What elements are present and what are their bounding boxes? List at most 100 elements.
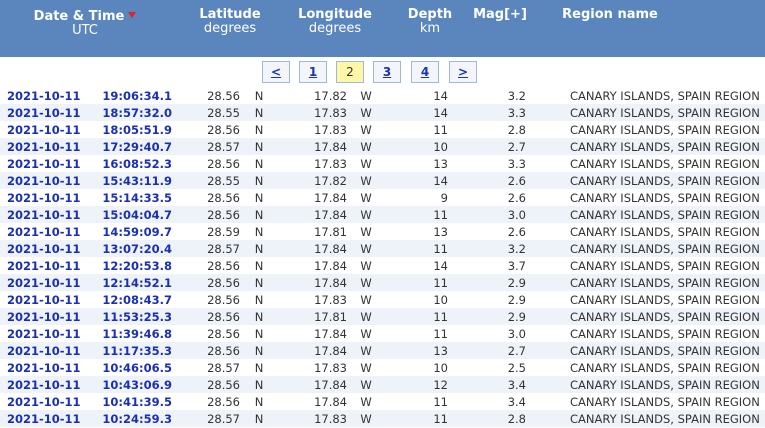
longitude-unit: degrees xyxy=(308,21,362,36)
event-date-link[interactable]: 2021-10-11 xyxy=(0,189,102,206)
date-time-title[interactable]: Date & Time xyxy=(34,9,125,24)
magnitude-value: 2.5 xyxy=(507,360,526,375)
table-row[interactable]: 2021-10-11 10:43:06.9 28.56 N 17.84 W 12 3.4 CAN… xyxy=(0,376,765,393)
table-row[interactable]: 2021-10-11 15:14:33.5 28.56 N 17.84 W 9 2.6 CANA… xyxy=(0,189,765,206)
table-row[interactable]: 2021-10-11 12:14:52.1 28.56 N 17.84 W 11 2.9 CAN… xyxy=(0,274,765,291)
event-date-link[interactable]: 2021-10-11 xyxy=(0,308,102,325)
longitude-direction: W xyxy=(347,410,385,427)
event-date-link[interactable]: 2021-10-11 xyxy=(0,257,102,274)
region-title[interactable]: Region name xyxy=(555,8,665,22)
longitude-title[interactable]: Longitude xyxy=(293,8,377,22)
event-date-link[interactable]: 2021-10-11 xyxy=(0,121,102,138)
event-time-link[interactable]: 15:04:04.7 xyxy=(102,206,172,223)
event-time-link[interactable]: 11:39:46.8 xyxy=(102,325,172,342)
table-row[interactable]: 2021-10-11 11:17:35.3 28.56 N 17.84 W 13 2.7 CAN… xyxy=(0,342,765,359)
table-row[interactable]: 2021-10-11 10:24:59.3 28.57 N 17.83 W 11 2.8 CAN… xyxy=(0,410,765,427)
table-row[interactable]: 2021-10-11 13:07:20.4 28.57 N 17.84 W 11 3.2 CAN… xyxy=(0,240,765,257)
event-date-link[interactable]: 2021-10-11 xyxy=(0,104,102,121)
region-header[interactable]: Region name xyxy=(555,8,665,22)
latitude-direction: N xyxy=(240,240,278,257)
table-row[interactable]: 2021-10-11 11:53:25.3 28.56 N 17.81 W 11 2.9 CAN… xyxy=(0,308,765,325)
event-time-link[interactable]: 15:43:11.9 xyxy=(102,172,172,189)
latitude-header[interactable]: Latitude degrees xyxy=(190,8,270,36)
event-date-link[interactable]: 2021-10-11 xyxy=(0,376,102,393)
event-date-link[interactable]: 2021-10-11 xyxy=(0,410,102,427)
table-row[interactable]: 2021-10-11 16:08:52.3 28.56 N 17.83 W 13 3.3 CAN… xyxy=(0,155,765,172)
date-time-header[interactable]: Date & Time UTC xyxy=(0,8,170,38)
magnitude-value: 3.0 xyxy=(448,206,526,223)
longitude-value: 17.84 xyxy=(314,394,347,409)
longitude-value: 17.84 xyxy=(278,240,347,257)
event-time-link[interactable]: 16:08:52.3 xyxy=(102,155,172,172)
magnitude-value: 3.2 xyxy=(448,240,526,257)
event-time-link[interactable]: 11:53:25.3 xyxy=(102,308,172,325)
region-name: CANARY ISLANDS, SPAIN REGION xyxy=(570,258,760,273)
event-time-link[interactable]: 11:17:35.3 xyxy=(102,342,172,359)
depth-header[interactable]: Depth km xyxy=(400,8,460,36)
event-date-link[interactable]: 2021-10-11 xyxy=(0,240,102,257)
page-3-button[interactable]: 3 xyxy=(373,61,401,83)
event-date-link[interactable]: 2021-10-11 xyxy=(0,172,102,189)
prev-page-button[interactable]: < xyxy=(262,61,290,83)
event-date-link[interactable]: 2021-10-11 xyxy=(0,87,102,104)
event-date-link[interactable]: 2021-10-11 xyxy=(0,138,102,155)
event-date-link[interactable]: 2021-10-11 xyxy=(0,155,102,172)
depth-value: 11 xyxy=(385,274,448,291)
magnitude-value: 2.8 xyxy=(448,410,526,427)
table-row[interactable]: 2021-10-11 10:46:06.5 28.57 N 17.83 W 10 2.5 CAN… xyxy=(0,359,765,376)
event-time-link[interactable]: 10:43:06.9 xyxy=(102,376,172,393)
longitude-header[interactable]: Longitude degrees xyxy=(293,8,377,36)
table-row[interactable]: 2021-10-11 12:20:53.8 28.56 N 17.84 W 14 3.7 CAN… xyxy=(0,257,765,274)
event-date-link[interactable]: 2021-10-11 xyxy=(0,325,102,342)
table-row[interactable]: 2021-10-11 15:04:04.7 28.56 N 17.84 W 11 3.0 CAN… xyxy=(0,206,765,223)
event-time-link[interactable]: 18:57:32.0 xyxy=(102,104,172,121)
magnitude-value: 2.9 xyxy=(448,274,526,291)
table-row[interactable]: 2021-10-11 14:59:09.7 28.59 N 17.81 W 13 2.6 CAN… xyxy=(0,223,765,240)
depth-value: 14 xyxy=(385,172,448,189)
table-row[interactable]: 2021-10-11 11:39:46.8 28.56 N 17.84 W 11 3.0 CAN… xyxy=(0,325,765,342)
latitude-value: 28.57 xyxy=(172,240,240,257)
event-time-link[interactable]: 15:14:33.5 xyxy=(102,189,172,206)
longitude-direction: W xyxy=(360,122,372,137)
table-row[interactable]: 2021-10-11 15:43:11.9 28.55 N 17.82 W 14 2.6 CAN… xyxy=(0,172,765,189)
event-time-link[interactable]: 13:07:20.4 xyxy=(102,240,172,257)
table-row[interactable]: 2021-10-11 12:08:43.7 28.56 N 17.83 W 10 2.9 CAN… xyxy=(0,291,765,308)
page-1-button[interactable]: 1 xyxy=(299,61,327,83)
latitude-title[interactable]: Latitude xyxy=(190,8,270,22)
event-time-link[interactable]: 10:24:59.3 xyxy=(102,410,172,427)
page-4-button[interactable]: 4 xyxy=(411,61,439,83)
event-date-link[interactable]: 2021-10-11 xyxy=(0,206,102,223)
depth-title[interactable]: Depth xyxy=(400,8,460,22)
table-row[interactable]: 2021-10-11 17:29:40.7 28.57 N 17.84 W 10 2.7 CAN… xyxy=(0,138,765,155)
event-time-link[interactable]: 14:59:09.7 xyxy=(102,223,172,240)
event-date-link[interactable]: 2021-10-11 xyxy=(0,393,102,410)
event-time-link[interactable]: 12:14:52.1 xyxy=(102,274,172,291)
table-row[interactable]: 2021-10-11 18:05:51.9 28.56 N 17.83 W 11 2.8 CAN… xyxy=(0,121,765,138)
longitude-value: 17.84 xyxy=(278,274,347,291)
event-date-link[interactable]: 2021-10-11 xyxy=(0,291,102,308)
event-time-link[interactable]: 19:06:34.1 xyxy=(102,87,172,104)
table-row[interactable]: 2021-10-11 19:06:34.1 28.56 N 17.82 W 14 3.2 CAN… xyxy=(0,87,765,104)
event-date-link[interactable]: 2021-10-11 xyxy=(0,223,102,240)
event-time-link[interactable]: 12:08:43.7 xyxy=(102,291,172,308)
latitude-value: 28.55 xyxy=(172,172,240,189)
event-time-link[interactable]: 10:46:06.5 xyxy=(102,359,172,376)
event-date-link[interactable]: 2021-10-11 xyxy=(0,342,102,359)
longitude-direction: W xyxy=(360,394,372,409)
table-row[interactable]: 2021-10-11 10:41:39.5 28.56 N 17.84 W 11 3.4 CAN… xyxy=(0,393,765,410)
event-time-link[interactable]: 17:29:40.7 xyxy=(102,138,172,155)
magnitude-value: 2.8 xyxy=(507,122,526,137)
depth-value: 11 xyxy=(385,240,448,257)
next-page-button[interactable]: > xyxy=(449,61,477,83)
event-time-link[interactable]: 18:05:51.9 xyxy=(102,121,172,138)
event-time-link[interactable]: 10:41:39.5 xyxy=(102,393,172,410)
event-date-link[interactable]: 2021-10-11 xyxy=(0,274,102,291)
table-row[interactable]: 2021-10-11 18:57:32.0 28.55 N 17.83 W 14 3.3 CAN… xyxy=(0,104,765,121)
magnitude-title[interactable]: Mag[+] xyxy=(468,8,532,22)
longitude-direction: W xyxy=(360,292,372,307)
sort-desc-icon[interactable] xyxy=(128,12,137,18)
magnitude-header[interactable]: Mag[+] xyxy=(468,8,532,22)
event-date-link[interactable]: 2021-10-11 xyxy=(0,359,102,376)
event-time-link[interactable]: 12:20:53.8 xyxy=(102,257,172,274)
region-name: CANARY ISLANDS, SPAIN REGION xyxy=(570,156,760,171)
